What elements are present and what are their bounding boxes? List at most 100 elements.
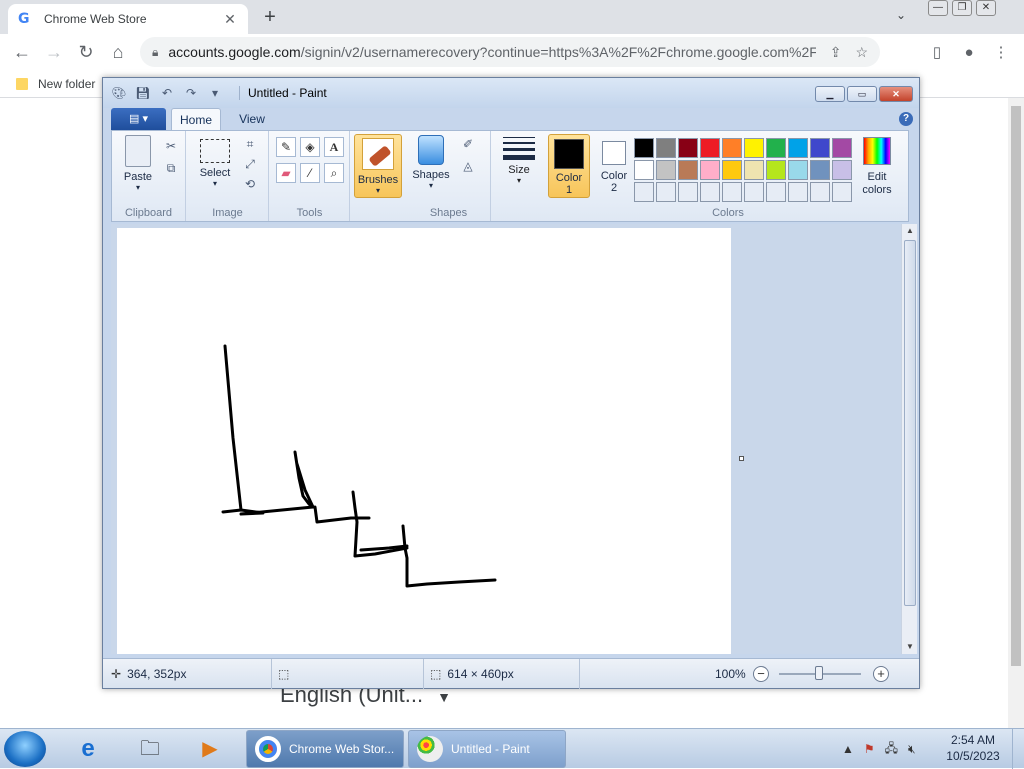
edit-colors-button[interactable]: Edit colors [856, 134, 898, 198]
profile-avatar-icon[interactable]: ● [958, 44, 980, 61]
outline-icon[interactable]: ✐ [459, 135, 477, 153]
palette-swatch[interactable] [788, 182, 808, 202]
volume-muted-icon[interactable]: 🔇︎ [908, 742, 916, 757]
forward-arrow-icon[interactable]: → [38, 36, 70, 68]
page-scrollbar[interactable] [1008, 98, 1024, 728]
select-button[interactable]: Select ▾ [195, 135, 235, 188]
palette-swatch[interactable] [656, 182, 676, 202]
palette-swatch[interactable] [656, 138, 676, 158]
palette-swatch[interactable] [722, 138, 742, 158]
magnifier-icon[interactable]: ⌕ [324, 163, 344, 183]
tab-view[interactable]: View [229, 108, 275, 130]
canvas-scrollbar-thumb[interactable] [904, 240, 916, 606]
bookmark-star-icon[interactable]: ☆ [855, 44, 868, 61]
back-arrow-icon[interactable]: ← [6, 36, 38, 68]
palette-swatch[interactable] [678, 160, 698, 180]
copy-icon[interactable]: ⧉ [162, 159, 180, 177]
start-button[interactable] [4, 731, 46, 767]
new-tab-button[interactable]: + [258, 6, 282, 30]
taskbar-clock[interactable]: 2:54 AM 10/5/2023 [940, 732, 1006, 764]
close-window-button[interactable]: ✕ [976, 0, 996, 16]
browser-tab[interactable]: G Chrome Web Store ✕ [8, 4, 248, 34]
file-explorer-icon[interactable]: 🗀︎ [132, 733, 168, 765]
restore-button[interactable]: ❐ [952, 0, 972, 16]
palette-swatch[interactable] [678, 138, 698, 158]
palette-swatch[interactable] [810, 182, 830, 202]
media-player-icon[interactable]: ▶ [192, 733, 228, 765]
internet-explorer-icon[interactable]: e [70, 733, 106, 765]
paste-button[interactable]: Paste ▾ [118, 135, 158, 192]
palette-swatch[interactable] [700, 182, 720, 202]
task-chrome[interactable]: Chrome Web Stor... [246, 730, 404, 768]
paint-minimize-button[interactable]: ▁ [815, 86, 845, 102]
menu-kebab-icon[interactable]: ⋮ [990, 43, 1012, 61]
palette-swatch[interactable] [832, 138, 852, 158]
palette-swatch[interactable] [788, 160, 808, 180]
palette-swatch[interactable] [832, 160, 852, 180]
lock-icon[interactable]: 🔒︎ [152, 45, 158, 60]
pencil-icon[interactable]: ✎ [276, 137, 296, 157]
network-icon[interactable]: 🖧︎ [885, 739, 898, 760]
palette-swatch[interactable] [810, 138, 830, 158]
palette-swatch[interactable] [700, 138, 720, 158]
cut-icon[interactable]: ✂ [162, 137, 180, 155]
palette-swatch[interactable] [766, 160, 786, 180]
side-panel-icon[interactable]: ▯ [926, 43, 948, 61]
palette-swatch[interactable] [656, 160, 676, 180]
palette-swatch[interactable] [722, 182, 742, 202]
undo-icon[interactable]: ↶ [159, 86, 175, 100]
palette-swatch[interactable] [766, 182, 786, 202]
palette-swatch[interactable] [744, 182, 764, 202]
scroll-up-icon[interactable]: ▲ [902, 224, 918, 238]
zoom-in-button[interactable]: + [873, 666, 889, 682]
shape-fill-icon[interactable]: ◬ [459, 157, 477, 175]
show-hidden-icons-icon[interactable]: ▲ [842, 742, 854, 756]
close-tab-icon[interactable]: ✕ [222, 11, 238, 27]
palette-swatch[interactable] [744, 160, 764, 180]
canvas-resize-handle[interactable] [739, 456, 744, 461]
color1-button[interactable]: Color 1 [548, 134, 590, 198]
color-picker-icon[interactable]: ⁄ [300, 163, 320, 183]
paint-close-button[interactable]: ✕ [879, 86, 913, 102]
canvas-scrollbar[interactable]: ▲ ▼ [901, 224, 917, 654]
bookmark-folder[interactable]: New folder [38, 77, 95, 91]
scroll-down-icon[interactable]: ▼ [902, 640, 918, 654]
palette-swatch[interactable] [744, 138, 764, 158]
fill-bucket-icon[interactable]: ◈ [300, 137, 320, 157]
brushes-button[interactable]: Brushes ▾ [354, 134, 402, 198]
drawing-canvas[interactable] [117, 228, 731, 654]
palette-swatch[interactable] [634, 182, 654, 202]
help-icon[interactable]: ? [899, 112, 913, 126]
palette-swatch[interactable] [634, 138, 654, 158]
resize-icon[interactable]: ⤢ [241, 155, 259, 173]
palette-swatch[interactable] [832, 182, 852, 202]
paint-file-menu-button[interactable]: ▤ ▾ [111, 108, 166, 130]
redo-icon[interactable]: ↷ [183, 86, 199, 100]
eraser-icon[interactable]: ▰ [276, 163, 296, 183]
palette-swatch[interactable] [810, 160, 830, 180]
palette-swatch[interactable] [678, 182, 698, 202]
task-paint[interactable]: Untitled - Paint [408, 730, 566, 768]
minimize-button[interactable]: — [928, 0, 948, 16]
paint-titlebar[interactable]: 🎨︎ 💾︎ ↶ ↷ ▾ Untitled - Paint ▁ ▭ ✕ [103, 78, 919, 108]
address-bar[interactable]: 🔒︎ accounts.google.com/signin/v2/usernam… [140, 37, 880, 67]
size-group[interactable]: Size ▾ [492, 131, 546, 221]
page-scrollbar-thumb[interactable] [1011, 106, 1021, 666]
save-icon[interactable]: 💾︎ [135, 86, 151, 100]
crop-icon[interactable]: ⌗ [241, 135, 259, 153]
paint-maximize-button[interactable]: ▭ [847, 86, 877, 102]
reload-icon[interactable]: ↻ [70, 36, 102, 68]
tab-home[interactable]: Home [171, 108, 221, 130]
palette-swatch[interactable] [700, 160, 720, 180]
palette-swatch[interactable] [788, 138, 808, 158]
home-icon[interactable]: ⌂ [102, 36, 134, 68]
shapes-button[interactable]: Shapes ▾ [411, 135, 451, 190]
zoom-slider-thumb[interactable] [815, 666, 823, 680]
palette-swatch[interactable] [634, 160, 654, 180]
show-desktop-button[interactable] [1012, 729, 1024, 769]
zoom-out-button[interactable]: − [753, 666, 769, 682]
share-icon[interactable]: ⇪ [830, 44, 842, 61]
paint-app-icon[interactable]: 🎨︎ [111, 86, 127, 100]
action-center-icon[interactable]: ⚑ [864, 742, 875, 756]
customize-qat-icon[interactable]: ▾ [207, 86, 223, 100]
